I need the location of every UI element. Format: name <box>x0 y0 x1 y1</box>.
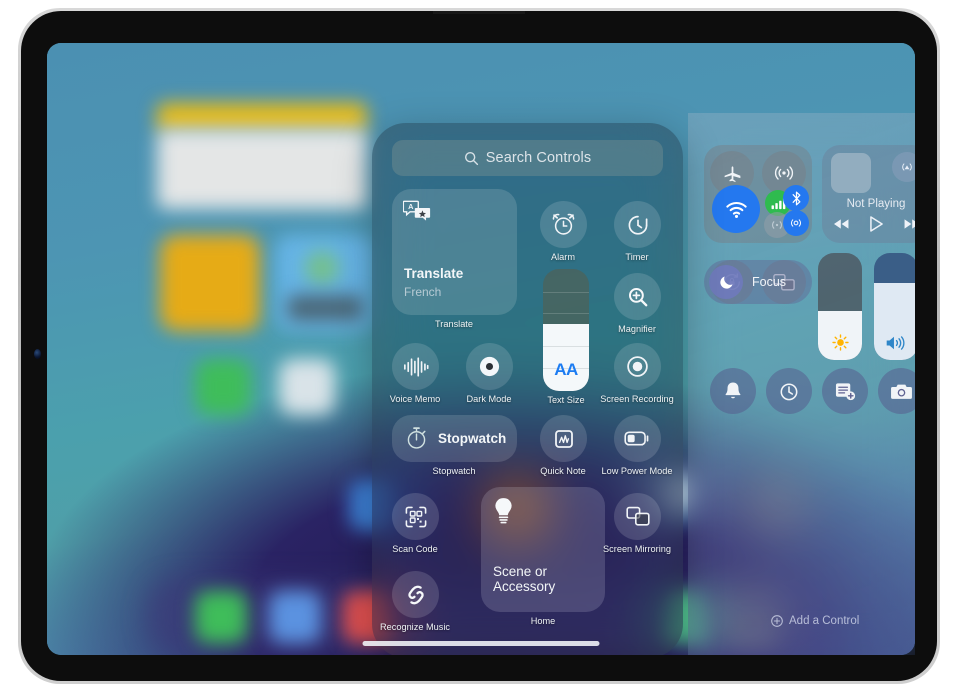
quick-note-icon <box>554 429 573 448</box>
bell-icon <box>725 382 741 399</box>
qr-scan-icon <box>405 506 426 527</box>
widget-blur-yellow-header <box>157 103 367 131</box>
widget-blur-dark-strip <box>287 295 363 321</box>
controls-gallery-panel: Search Controls A Translate French Trans… <box>372 123 683 655</box>
alarm-clock-icon <box>552 213 575 235</box>
control-label-alarm: Alarm <box>551 252 575 262</box>
control-tile-dark-mode[interactable]: Dark Mode <box>466 343 513 404</box>
moon-icon <box>719 275 733 289</box>
text-size-aa-glyph: AA <box>554 360 578 379</box>
control-tile-translate[interactable]: A Translate French Translate <box>392 189 517 329</box>
control-label-screen-recording: Screen Recording <box>600 394 674 404</box>
control-tile-recognize-music[interactable]: Recognize Music <box>380 571 450 632</box>
stopwatch-tile-title: Stopwatch <box>438 431 507 446</box>
quick-note-icon <box>835 382 855 400</box>
control-label-voice-memo: Voice Memo <box>389 394 441 404</box>
controls-grid: A Translate French Translate Alarm Timer… <box>380 189 674 644</box>
control-tile-quick-note[interactable]: Quick Note <box>540 415 587 476</box>
control-tile-alarm[interactable]: Alarm <box>540 201 587 262</box>
widget-blur-white-card <box>157 129 367 209</box>
magnifier-icon <box>628 287 647 306</box>
text-size-slider-fill <box>543 324 589 391</box>
dock-icon-blur-green <box>195 591 247 643</box>
scene-or-accessory-title: Scene or Accessory <box>493 564 556 594</box>
control-label-stopwatch: Stopwatch <box>432 466 476 476</box>
control-volume-slider[interactable] <box>874 253 915 360</box>
control-tile-low-power-mode[interactable]: Low Power Mode <box>602 415 672 476</box>
home-indicator[interactable] <box>362 641 600 646</box>
dock-icon-blur-blue <box>269 591 321 643</box>
control-brightness-slider[interactable] <box>818 253 862 360</box>
top-sensor-strip <box>433 11 525 14</box>
control-tile-voice-memo[interactable]: Voice Memo <box>390 343 440 404</box>
waveform-icon <box>403 356 429 377</box>
translate-tile-subtitle: French <box>404 285 442 299</box>
control-label-translate: Translate <box>435 319 473 329</box>
control-label-scan-code: Scan Code <box>392 544 438 554</box>
search-controls-field[interactable]: Search Controls <box>392 140 663 176</box>
control-focus[interactable]: Focus <box>704 260 812 304</box>
translate-tile-title: Translate <box>404 266 464 281</box>
widget-blur-orange-square <box>160 235 260 331</box>
shazam-icon <box>407 585 424 604</box>
control-label-magnifier: Magnifier <box>618 324 656 334</box>
plus-circle-icon <box>771 615 783 627</box>
record-circle-icon <box>627 356 648 377</box>
search-icon <box>464 151 478 165</box>
battery-icon <box>624 431 649 446</box>
timer-icon <box>780 383 798 401</box>
lightbulb-icon <box>495 498 512 524</box>
camera-icon <box>890 384 912 399</box>
device-bezel: Not Playing Focus Add a Control Search C… <box>21 11 937 681</box>
ipad-device-frame: Not Playing Focus Add a Control Search C… <box>18 8 940 684</box>
widget-blur-avatar <box>305 251 339 285</box>
focus-label: Focus <box>752 275 787 289</box>
brightness-icon-wrap <box>818 333 862 352</box>
timer-icon <box>628 215 647 235</box>
control-quick-note-cc[interactable] <box>822 368 868 414</box>
control-tile-stopwatch[interactable]: Stopwatch Stopwatch <box>392 415 517 476</box>
control-label-recognize-music: Recognize Music <box>380 622 450 632</box>
control-label-timer: Timer <box>625 252 649 262</box>
volume-icon-wrap <box>874 334 915 352</box>
control-silent-mode[interactable] <box>710 368 756 414</box>
add-a-control-label: Add a Control <box>789 615 860 627</box>
control-tile-scene-or-accessory[interactable]: Scene or Accessory Home <box>481 487 605 626</box>
ipad-screen: Not Playing Focus Add a Control Search C… <box>47 43 915 655</box>
control-label-dark-mode: Dark Mode <box>466 394 512 404</box>
control-timer-cc[interactable] <box>766 368 812 414</box>
dark-mode-icon <box>479 356 500 377</box>
svg-text:A: A <box>408 202 414 211</box>
control-camera[interactable] <box>878 368 915 414</box>
search-placeholder: Search Controls <box>485 150 592 166</box>
control-tile-screen-recording[interactable]: Screen Recording <box>600 343 674 404</box>
text-size-slider-track[interactable]: AA <box>543 269 589 391</box>
control-tile-magnifier[interactable]: Magnifier <box>614 273 661 334</box>
control-center-panel: Not Playing Focus <box>688 113 915 655</box>
speaker-waves-icon <box>886 336 905 350</box>
stopwatch-icon <box>407 427 426 449</box>
screen-mirroring-icon <box>625 506 650 526</box>
control-label-low-power-mode: Low Power Mode <box>601 466 673 476</box>
translate-icon: A <box>403 200 431 221</box>
control-tile-screen-mirroring[interactable]: Screen Mirroring <box>603 493 671 554</box>
app-icon-blur-white <box>279 359 335 415</box>
focus-badge <box>709 265 743 299</box>
control-label-home: Home <box>530 616 556 626</box>
control-label-screen-mirroring: Screen Mirroring <box>603 544 671 554</box>
control-label-text-size: Text Size <box>547 395 585 405</box>
control-tile-scan-code[interactable]: Scan Code <box>392 493 439 554</box>
add-a-control-button[interactable]: Add a Control <box>771 615 859 627</box>
front-camera-icon <box>34 349 41 359</box>
control-label-quick-note: Quick Note <box>540 466 586 476</box>
control-tile-timer[interactable]: Timer <box>614 201 661 262</box>
sun-icon <box>831 334 849 351</box>
app-icon-blur-green <box>195 359 251 415</box>
